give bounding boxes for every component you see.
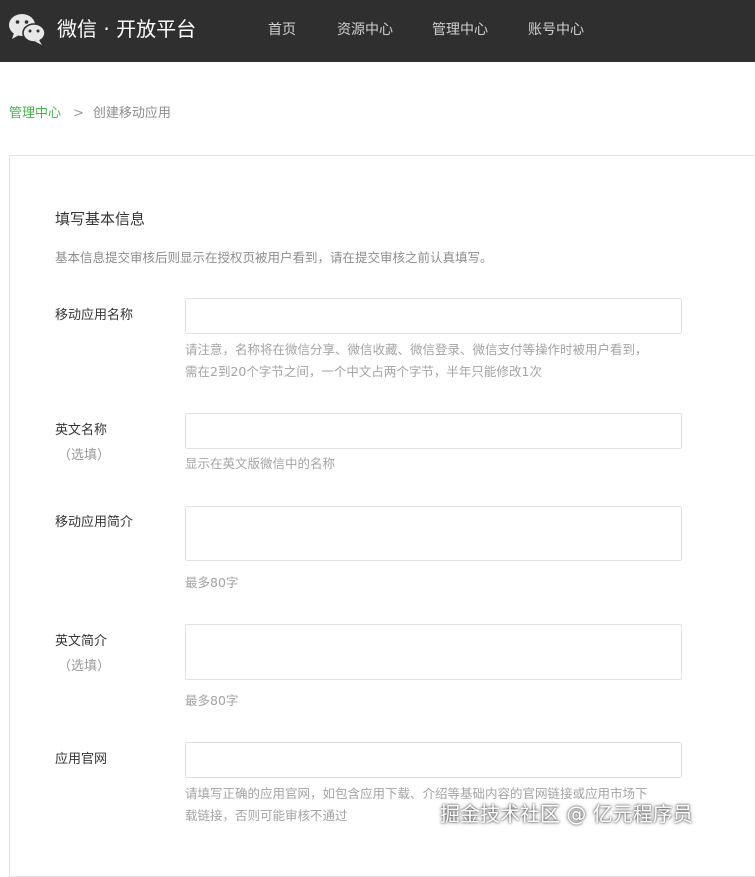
english-intro-label: 英文简介 — [55, 634, 108, 649]
english-name-hint: 显示在英文版微信中的名称 — [185, 456, 336, 471]
nav-resource-center[interactable]: 资源中心 — [337, 20, 393, 40]
top-navbar: 微信 · 开放平台 首页 资源中心 管理中心 账号中心 — [0, 0, 755, 62]
breadcrumb: 管理中心 > 创建移动应用 — [9, 104, 171, 124]
english-intro-optional: （选填） — [58, 659, 111, 674]
english-name-input[interactable] — [185, 413, 682, 449]
nav-home[interactable]: 首页 — [268, 20, 296, 40]
nav-management-center[interactable]: 管理中心 — [432, 20, 488, 40]
app-intro-textarea[interactable] — [185, 506, 682, 561]
english-name-optional: （选填） — [58, 448, 111, 463]
app-name-label: 移动应用名称 — [55, 308, 134, 323]
app-name-hint-line2: 需在2到20个字节之间，一个中文占两个字节，半年只能修改1次 — [185, 364, 542, 379]
nav-account-center[interactable]: 账号中心 — [528, 20, 584, 40]
official-site-label: 应用官网 — [55, 752, 108, 767]
wechat-logo-icon — [9, 14, 46, 45]
breadcrumb-management-center[interactable]: 管理中心 — [9, 106, 61, 121]
english-intro-hint: 最多80字 — [185, 693, 239, 708]
app-intro-label: 移动应用简介 — [55, 515, 134, 530]
section-title: 填写基本信息 — [55, 210, 146, 228]
official-site-hint-line2: 载链接，否则可能审核不通过 — [185, 808, 348, 823]
english-intro-textarea[interactable] — [185, 624, 682, 680]
watermark: 掘金技术社区 @ 亿元程序员 — [440, 802, 693, 826]
section-description: 基本信息提交审核后则显示在授权页被用户看到，请在提交审核之前认真填写。 — [55, 250, 493, 265]
english-name-label: 英文名称 — [55, 423, 108, 438]
breadcrumb-current: 创建移动应用 — [92, 106, 171, 121]
brand-title[interactable]: 微信 · 开放平台 — [57, 15, 196, 43]
app-name-hint-line1: 请注意，名称将在微信分享、微信收藏、微信登录、微信支付等操作时被用户看到， — [185, 342, 648, 357]
app-name-input[interactable] — [185, 298, 682, 334]
official-site-input[interactable] — [185, 742, 682, 778]
app-intro-hint: 最多80字 — [185, 575, 239, 590]
breadcrumb-separator-icon: > — [73, 106, 84, 121]
